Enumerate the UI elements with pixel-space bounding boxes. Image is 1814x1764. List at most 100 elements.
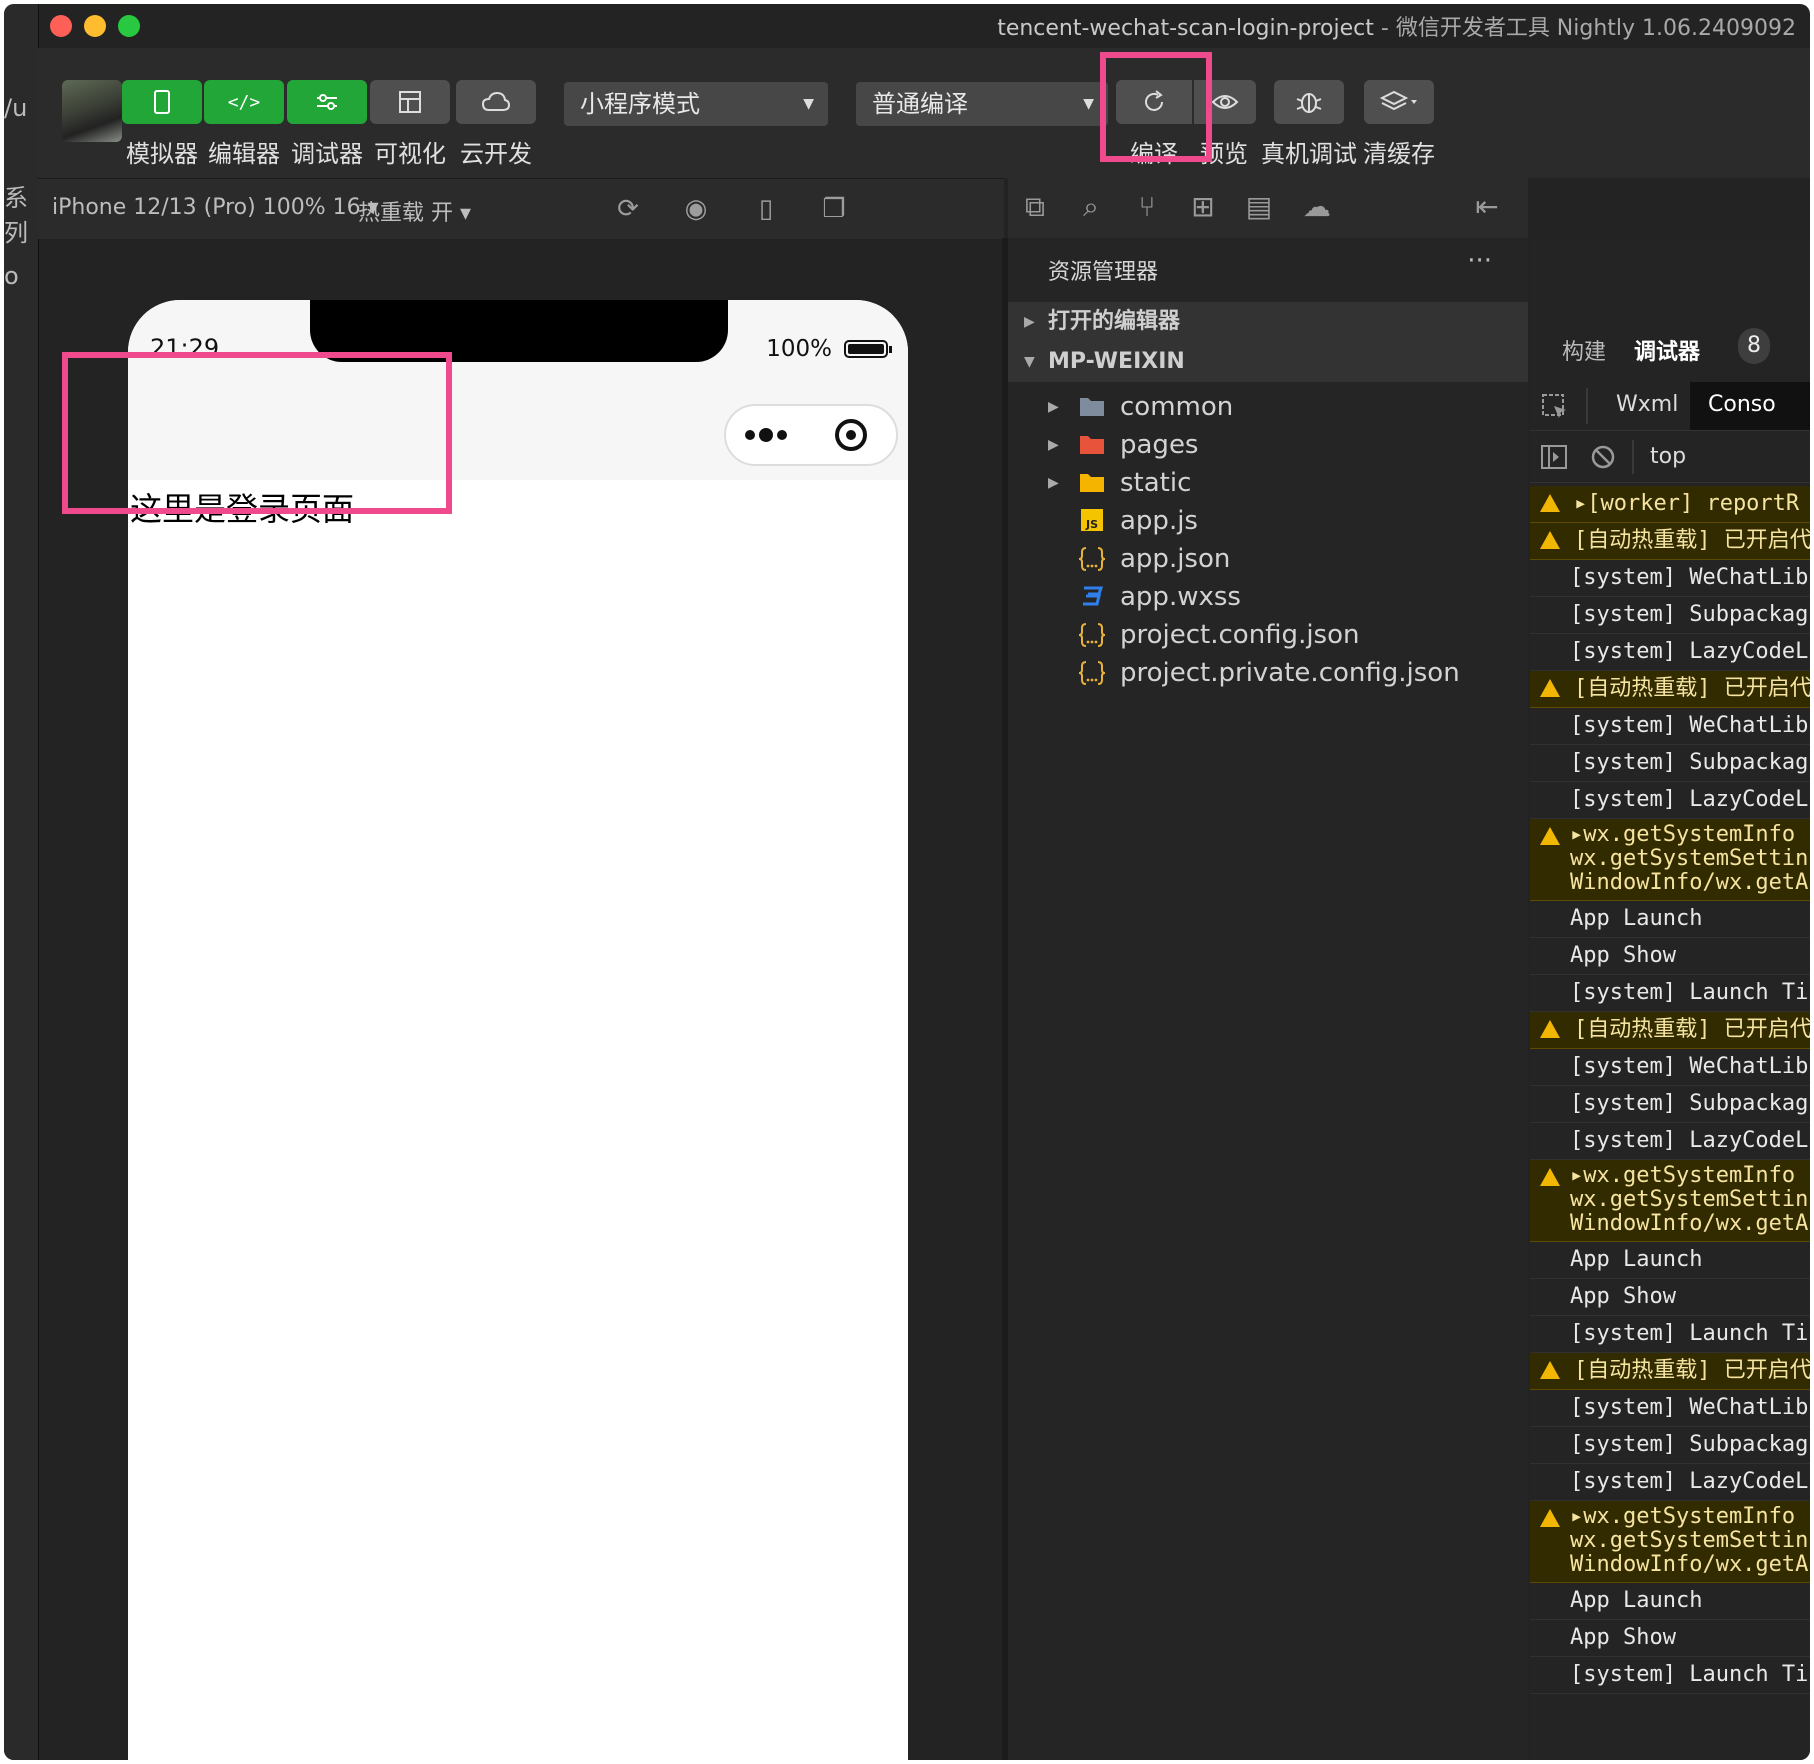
log-text: [自动热重载] 已开启代: [1574, 1017, 1810, 1042]
console-log-row[interactable]: [system] WeChatLib: [1530, 560, 1810, 597]
detach-window-icon[interactable]: ❐: [818, 193, 850, 225]
file-name: static: [1120, 468, 1192, 498]
console-warning-row[interactable]: [自动热重载] 已开启代: [1530, 523, 1810, 560]
title-bar: tencent-wechat-scan-login-project - 微信开发…: [4, 4, 1810, 48]
console-log-row[interactable]: [system] WeChatLib: [1530, 1049, 1810, 1086]
hot-reload-select[interactable]: 热重载 开 ▾: [358, 195, 471, 227]
highlight-box-compile: [1100, 52, 1212, 162]
console-log-row[interactable]: [system] LazyCodeL: [1530, 1123, 1810, 1160]
file-item[interactable]: JS app.js: [1008, 502, 1528, 540]
edge-text-3: o: [4, 262, 19, 290]
console-log-row[interactable]: [system] Subpackag: [1530, 745, 1810, 782]
background-window-edge: /u 系列 o: [4, 4, 39, 1760]
file-item[interactable]: project.private.config.json: [1008, 654, 1528, 692]
search-icon[interactable]: ⌕: [1074, 190, 1108, 224]
console-warning-row[interactable]: ▸wx.getSystemInfo wx.getSystemSettin Win…: [1530, 819, 1810, 901]
editor-button[interactable]: </>: [204, 80, 284, 124]
window-title: tencent-wechat-scan-login-project - 微信开发…: [997, 10, 1796, 42]
device-select[interactable]: iPhone 12/13 (Pro) 100% 16 ▾: [52, 195, 379, 220]
tab-console[interactable]: Conso: [1708, 392, 1776, 417]
more-icon[interactable]: ···: [1467, 246, 1492, 276]
inspect-element-icon[interactable]: [1540, 392, 1570, 422]
console-log-row[interactable]: [system] LazyCodeL: [1530, 634, 1810, 671]
warning-icon: [1540, 679, 1560, 697]
close-capsule-icon[interactable]: [835, 419, 867, 451]
tab-build[interactable]: 构建: [1562, 334, 1606, 366]
stop-record-icon[interactable]: ◉: [680, 193, 712, 225]
console-log-row[interactable]: App Show: [1530, 1279, 1810, 1316]
mode-select[interactable]: 小程序模式 ▼: [564, 82, 828, 126]
compile-mode-select[interactable]: 普通编译 ▼: [856, 82, 1108, 126]
code-icon: </>: [227, 91, 261, 113]
context-select[interactable]: top: [1650, 444, 1686, 469]
debugger-button[interactable]: [287, 80, 367, 124]
console-log-row[interactable]: App Show: [1530, 938, 1810, 975]
log-text: [自动热重载] 已开启代: [1574, 528, 1810, 553]
tab-debugger[interactable]: 调试器: [1634, 334, 1700, 366]
clear-cache-button[interactable]: [1364, 80, 1434, 124]
minimize-window-button[interactable]: [84, 15, 106, 37]
file-item[interactable]: project.config.json: [1008, 616, 1528, 654]
file-item[interactable]: app.wxss: [1008, 578, 1528, 616]
folder-static-icon: [1078, 470, 1106, 496]
save-icon[interactable]: ▤: [1242, 190, 1276, 224]
console-log-row[interactable]: App Show: [1530, 1620, 1810, 1657]
console-log-row[interactable]: [system] LazyCodeL: [1530, 1464, 1810, 1501]
window-title-app: 微信开发者工具 Nightly 1.06.2409092: [1395, 16, 1796, 41]
console-log-row[interactable]: [system] Subpackag: [1530, 597, 1810, 634]
git-branch-icon[interactable]: ⑂: [1130, 190, 1164, 224]
file-item[interactable]: ▶ common: [1008, 388, 1528, 426]
highlight-box-login-text: [62, 352, 452, 514]
console-warning-row[interactable]: ▸wx.getSystemInfo wx.getSystemSettin Win…: [1530, 1160, 1810, 1242]
console-log-row[interactable]: [system] WeChatLib: [1530, 708, 1810, 745]
file-name: pages: [1120, 430, 1199, 460]
docker-icon[interactable]: ☁: [1300, 190, 1334, 224]
visual-label: 可视化: [374, 140, 446, 168]
files-icon[interactable]: ⧉: [1018, 190, 1052, 224]
console-log-row[interactable]: [system] LazyCodeL: [1530, 782, 1810, 819]
console-log-row[interactable]: [system] Subpackag: [1530, 1427, 1810, 1464]
console-log-row[interactable]: [system] Launch Ti: [1530, 1316, 1810, 1353]
sidebar-toggle-icon[interactable]: [1540, 444, 1568, 470]
chevron-right-icon: ▶: [1048, 475, 1059, 491]
console-log-row[interactable]: App Launch: [1530, 1583, 1810, 1620]
log-text: [system] LazyCodeL: [1570, 787, 1809, 812]
log-text: ▸wx.getSystemInfo wx.getSystemSettin Win…: [1570, 822, 1809, 895]
extensions-icon[interactable]: ⊞: [1186, 190, 1220, 224]
console-warning-row[interactable]: [自动热重载] 已开启代: [1530, 1012, 1810, 1049]
console-warning-row[interactable]: ▸[worker] reportR: [1530, 486, 1810, 523]
console-log-row[interactable]: [system] Launch Ti: [1530, 975, 1810, 1012]
warning-icon: [1540, 1361, 1560, 1379]
console-warning-row[interactable]: ▸wx.getSystemInfo wx.getSystemSettin Win…: [1530, 1501, 1810, 1583]
visual-button[interactable]: [370, 80, 450, 124]
log-text: [system] LazyCodeL: [1570, 1128, 1809, 1153]
clear-console-icon[interactable]: [1590, 444, 1616, 470]
chevron-right-icon: ▶: [1048, 399, 1059, 415]
maximize-window-button[interactable]: [118, 15, 140, 37]
cloud-button[interactable]: [456, 80, 536, 124]
more-dots-icon[interactable]: [745, 428, 787, 442]
file-item[interactable]: ▶ pages: [1008, 426, 1528, 464]
console-log-row[interactable]: [system] Subpackag: [1530, 1086, 1810, 1123]
user-avatar[interactable]: [62, 80, 122, 142]
console-log-row[interactable]: App Launch: [1530, 1242, 1810, 1279]
collapse-panel-icon[interactable]: ⇤: [1470, 190, 1504, 224]
real-debug-button[interactable]: [1274, 80, 1344, 124]
console-warning-row[interactable]: [自动热重载] 已开启代: [1530, 1353, 1810, 1390]
phone-frame-icon[interactable]: ▯: [750, 193, 782, 225]
mp-weixin-section[interactable]: ▼ MP-WEIXIN: [1008, 342, 1528, 382]
file-item[interactable]: app.json: [1008, 540, 1528, 578]
console-log-row[interactable]: [system] Launch Ti: [1530, 1657, 1810, 1694]
js-icon: JS: [1078, 508, 1106, 534]
close-window-button[interactable]: [50, 15, 72, 37]
rotate-icon[interactable]: ⟳: [612, 193, 644, 225]
file-item[interactable]: ▶ static: [1008, 464, 1528, 502]
tab-wxml[interactable]: Wxml: [1616, 392, 1678, 417]
open-editors-section[interactable]: ▶ 打开的编辑器: [1008, 302, 1528, 342]
console-warning-row[interactable]: [自动热重载] 已开启代: [1530, 671, 1810, 708]
simulator-button[interactable]: [122, 80, 202, 124]
console-log-row[interactable]: [system] WeChatLib: [1530, 1390, 1810, 1427]
console-log-row[interactable]: App Launch: [1530, 901, 1810, 938]
battery-icon: [844, 340, 892, 358]
warning-icon: [1540, 531, 1560, 549]
